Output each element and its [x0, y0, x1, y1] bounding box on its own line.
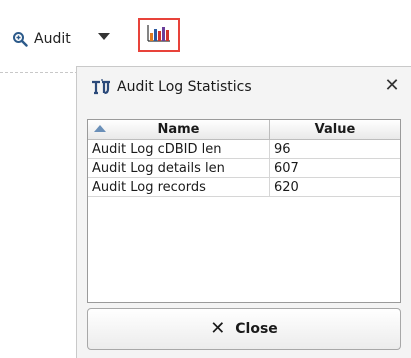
toolbar-divider [0, 72, 78, 73]
column-header-value-label: Value [314, 122, 356, 137]
statistics-button[interactable] [138, 18, 180, 52]
audit-log-statistics-dialog: Audit Log Statistics ✕ Name Value Audit … [76, 66, 411, 358]
dialog-title: Audit Log Statistics [117, 79, 252, 95]
close-icon[interactable]: ✕ [383, 77, 401, 95]
table-row[interactable]: Audit Log records 620 [88, 178, 400, 197]
table-row[interactable]: Audit Log details len 607 [88, 159, 400, 178]
cell-name: Audit Log records [88, 178, 270, 196]
table-body: Audit Log cDBID len 96 Audit Log details… [88, 140, 400, 197]
column-header-value[interactable]: Value [270, 120, 400, 139]
close-button-label: Close [235, 321, 278, 337]
table-row[interactable]: Audit Log cDBID len 96 [88, 140, 400, 159]
column-header-name-label: Name [157, 122, 200, 137]
column-header-name[interactable]: Name [88, 120, 270, 139]
triangle-down-icon[interactable] [98, 33, 110, 40]
bar-chart-icon [147, 24, 171, 46]
cell-name: Audit Log details len [88, 159, 270, 177]
sort-ascending-icon [94, 125, 106, 132]
cell-value: 96 [274, 141, 291, 157]
audit-label: Audit [34, 31, 71, 47]
cell-name: Audit Log cDBID len [88, 140, 270, 158]
statistics-table: Name Value Audit Log cDBID len 96 Audit … [87, 119, 401, 303]
cell-value: 607 [274, 160, 299, 176]
statistics-icon [91, 79, 111, 95]
dialog-titlebar[interactable]: Audit Log Statistics ✕ [77, 67, 411, 107]
audit-button[interactable]: Audit [12, 28, 71, 50]
close-button[interactable]: ✕ Close [87, 308, 401, 350]
magnifier-icon [12, 31, 28, 47]
close-x-icon: ✕ [210, 318, 226, 339]
cell-value: 620 [274, 179, 299, 195]
toolbar: Audit [0, 0, 411, 72]
table-header: Name Value [88, 120, 400, 140]
